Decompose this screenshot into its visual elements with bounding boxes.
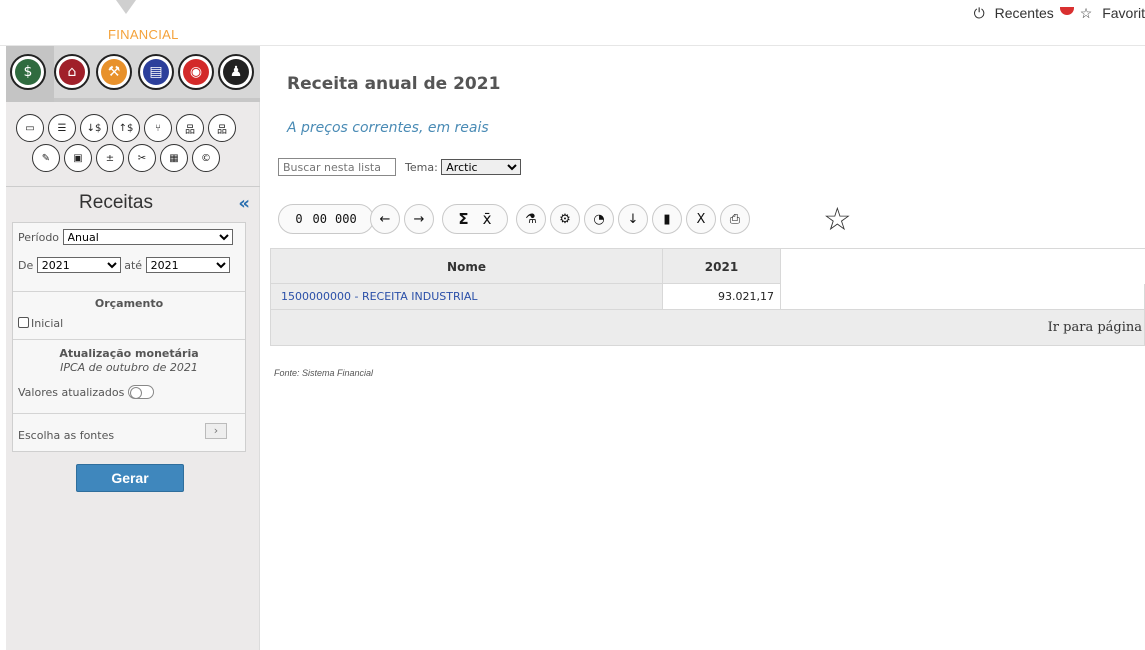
hierarchy-icon[interactable]: 品 — [208, 114, 236, 142]
triple-zero-button[interactable]: 000 — [335, 212, 357, 226]
monitor-icon[interactable]: ▭ — [16, 114, 44, 142]
logo-text: FINANCIAL — [108, 27, 179, 42]
decimals-group: 0 00 000 — [278, 204, 374, 234]
atualizacao-title: Atualização monetária — [59, 347, 199, 360]
filter-panel: Período Anual De 2021 até 2021 Orçamento… — [12, 222, 246, 452]
favoritos-link[interactable]: ☆ Favorit — [1080, 5, 1145, 21]
de-label: De — [18, 259, 34, 272]
gerar-button[interactable]: Gerar — [76, 464, 184, 492]
range-row: De 2021 até 2021 — [18, 257, 230, 273]
money-module-icon[interactable]: $ — [10, 54, 46, 90]
inicial-label: Inicial — [31, 317, 64, 330]
sort-icon[interactable]: ↓ — [618, 204, 648, 234]
list-icon[interactable]: ☰ — [48, 114, 76, 142]
pie-chart-icon[interactable]: ◔ — [584, 204, 614, 234]
page-title: Receita anual de 2021 — [287, 74, 501, 94]
calculator-ops-icon[interactable]: ± — [96, 144, 124, 172]
user-module-icon[interactable]: ♟ — [218, 54, 254, 90]
favorite-star-icon[interactable]: ☆ — [823, 200, 852, 238]
double-zero-button[interactable]: 00 — [313, 212, 327, 226]
excel-icon[interactable]: X — [686, 204, 716, 234]
row-valor: 93.021,17 — [663, 284, 781, 309]
divider — [13, 413, 245, 414]
sidebar: $ ⌂ ⚒ ▤ ◉ ♟ ▭ ☰ ↓$ ↑$ ⑂ 品 品 ✎ ▣ ± ✂ ▦ © … — [6, 46, 260, 650]
recentes-link[interactable]: ⏻ Recentes — [974, 5, 1074, 21]
top-bar: FINANCIAL ⏻ Recentes ☆ Favorit — [0, 0, 1145, 46]
up-dollar-icon[interactable]: ↑$ — [112, 114, 140, 142]
go-to-page-label[interactable]: Ir para página — [1048, 320, 1142, 335]
recentes-badge-icon — [1059, 7, 1074, 15]
eye-module-icon[interactable]: ◉ — [178, 54, 214, 90]
fontes-arrow-button[interactable]: › — [205, 423, 227, 439]
collapse-sidebar-icon[interactable]: « — [238, 193, 250, 214]
column-header-year[interactable]: 2021 — [663, 249, 781, 285]
valores-row: Valores atualizados — [18, 385, 154, 399]
logo-icon — [116, 0, 136, 14]
divider — [13, 339, 245, 340]
tema-row: Tema: Arctic — [405, 159, 522, 175]
valores-label: Valores atualizados — [18, 386, 125, 399]
increase-decimals-icon[interactable]: → — [404, 204, 434, 234]
tema-label: Tema: — [405, 161, 438, 174]
print-icon[interactable]: ⎙ — [720, 204, 750, 234]
table-header: Nome 2021 — [270, 248, 1145, 285]
divider — [13, 291, 245, 292]
tools-module-icon[interactable]: ⚒ — [96, 54, 132, 90]
home-module-icon[interactable]: ⌂ — [54, 54, 90, 90]
tema-select[interactable]: Arctic — [441, 159, 522, 175]
periodo-select[interactable]: Anual — [62, 229, 233, 245]
zero-decimals-button[interactable]: 0 — [295, 212, 302, 226]
periodo-label: Período — [18, 231, 60, 244]
plug-icon[interactable]: ✎ — [32, 144, 60, 172]
module-icon-bar: $ ⌂ ⚒ ▤ ◉ ♟ — [6, 46, 260, 102]
section-header: Receitas « — [6, 186, 260, 222]
stats-group: Σ x̄ — [442, 204, 508, 234]
source-note: Fonte: Sistema Financial — [274, 368, 374, 378]
scissors-icon[interactable]: ✂ — [128, 144, 156, 172]
signpost-icon[interactable]: ⑂ — [144, 114, 172, 142]
row-nome-link[interactable]: 1500000000 - RECEITA INDUSTRIAL — [271, 284, 663, 309]
atualizacao-subtitle: IPCA de outubro de 2021 — [60, 361, 198, 374]
top-links: ⏻ Recentes ☆ Favorit — [968, 5, 1145, 22]
decrease-decimals-icon[interactable]: ← — [370, 204, 400, 234]
periodo-row: Período Anual — [18, 229, 233, 245]
book-module-icon[interactable]: ▤ — [138, 54, 174, 90]
bar-chart-icon[interactable]: ▮ — [652, 204, 682, 234]
header-empty-area — [781, 249, 1145, 285]
grid-settings-icon[interactable]: ⚙ — [550, 204, 580, 234]
favoritos-label: Favorit — [1102, 5, 1145, 21]
valores-toggle[interactable] — [127, 385, 154, 399]
page-subtitle: A preços correntes, em reais — [287, 120, 489, 136]
search-input[interactable] — [278, 158, 396, 176]
calculator-icon[interactable]: ▦ — [160, 144, 188, 172]
org-chart-icon[interactable]: 品 — [176, 114, 204, 142]
column-header-nome[interactable]: Nome — [271, 249, 663, 285]
table-footer: Ir para página — [270, 310, 1145, 346]
id-card-icon[interactable]: ▣ — [64, 144, 92, 172]
recentes-label: Recentes — [994, 5, 1054, 21]
section-title: Receitas — [79, 192, 153, 213]
inicial-checkbox[interactable] — [18, 317, 29, 328]
ate-select[interactable]: 2021 — [145, 257, 230, 273]
orcamento-title: Orçamento — [94, 297, 164, 310]
fontes-label: Escolha as fontes — [18, 429, 115, 442]
down-dollar-icon[interactable]: ↓$ — [80, 114, 108, 142]
de-select[interactable]: 2021 — [36, 257, 121, 273]
average-icon[interactable]: x̄ — [483, 210, 492, 228]
inicial-row: Inicial — [18, 317, 63, 330]
filter-icon[interactable]: ⚗ — [516, 204, 546, 234]
fontes-row: Escolha as fontes — [18, 429, 114, 442]
table-row: 1500000000 - RECEITA INDUSTRIAL 93.021,1… — [270, 284, 1145, 310]
coin-icon[interactable]: © — [192, 144, 220, 172]
ate-label: até — [124, 259, 143, 272]
main-content: Receita anual de 2021 A preços correntes… — [260, 46, 1145, 650]
sum-icon[interactable]: Σ — [458, 210, 468, 228]
